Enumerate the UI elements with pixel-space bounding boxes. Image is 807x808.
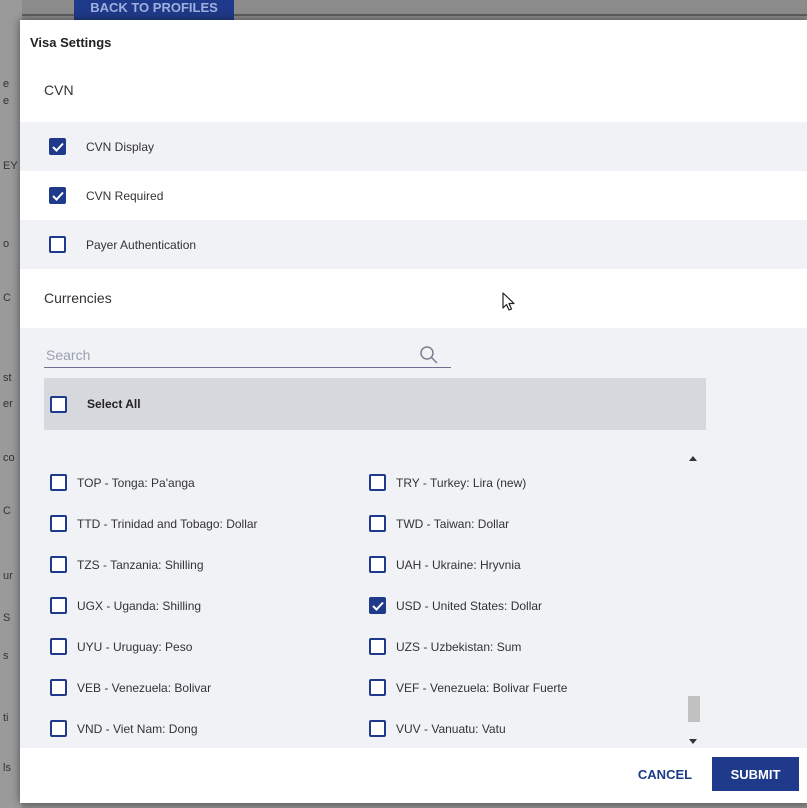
currency-label: VND - Viet Nam: Dong — [77, 721, 198, 736]
background-text-fragment: EY — [3, 160, 18, 172]
payer-authentication-checkbox[interactable] — [49, 236, 66, 253]
currencies-panel: Select All TOP - Tonga: Pa'anga TRY - Tu… — [20, 328, 807, 748]
background-text-fragment: e — [3, 95, 10, 107]
search-icon[interactable] — [419, 345, 439, 370]
currency-checkbox[interactable] — [369, 597, 386, 614]
background-text-fragment: S — [3, 612, 11, 624]
background-text-fragment: co — [3, 452, 15, 464]
currency-checkbox[interactable] — [369, 474, 386, 491]
currency-label: VEF - Venezuela: Bolivar Fuerte — [396, 680, 568, 695]
background-text-fragment: s — [3, 650, 9, 662]
currency-checkbox[interactable] — [369, 679, 386, 696]
currency-label: VUV - Vanuatu: Vatu — [396, 721, 506, 736]
currency-item-try[interactable]: TRY - Turkey: Lira (new) — [369, 474, 526, 491]
currency-label: UAH - Ukraine: Hryvnia — [396, 557, 521, 572]
currency-item-veb[interactable]: VEB - Venezuela: Bolivar — [50, 679, 211, 696]
currency-checkbox[interactable] — [50, 638, 67, 655]
currency-checkbox[interactable] — [50, 679, 67, 696]
currency-list-scrollbar[interactable] — [686, 448, 702, 752]
payer-authentication-option[interactable]: Payer Authentication — [20, 220, 807, 269]
currency-item-twd[interactable]: TWD - Taiwan: Dollar — [369, 515, 509, 532]
background-text-fragment: ti — [3, 712, 9, 724]
dialog-title: Visa Settings — [30, 35, 112, 50]
currency-checkbox[interactable] — [50, 474, 67, 491]
background-side-strip: e e EY o Cst er co Cur Ss ti ls — [0, 0, 22, 808]
background-text-fragment: ls — [3, 762, 11, 774]
currency-item-vnd[interactable]: VND - Viet Nam: Dong — [50, 720, 198, 737]
currency-item-vef[interactable]: VEF - Venezuela: Bolivar Fuerte — [369, 679, 567, 696]
currency-label: UYU - Uruguay: Peso — [77, 639, 193, 654]
visa-settings-dialog: Visa Settings CVN CVN Display CVN Requir… — [20, 20, 807, 803]
currency-label: UZS - Uzbekistan: Sum — [396, 639, 522, 654]
currency-label: TRY - Turkey: Lira (new) — [396, 475, 527, 490]
currency-list: TOP - Tonga: Pa'anga TRY - Turkey: Lira … — [44, 444, 706, 748]
cvn-required-label: CVN Required — [86, 188, 164, 203]
select-all-label: Select All — [87, 397, 141, 411]
currency-label: TZS - Tanzania: Shilling — [77, 557, 204, 572]
background-text-fragment: C — [3, 505, 11, 517]
currency-checkbox[interactable] — [369, 515, 386, 532]
select-all-checkbox[interactable] — [50, 395, 67, 413]
currency-checkbox[interactable] — [50, 720, 67, 737]
cvn-display-option[interactable]: CVN Display — [20, 122, 807, 171]
background-text-fragment: ur — [3, 570, 13, 582]
back-to-profiles-button: BACK TO PROFILES — [74, 0, 234, 22]
currency-checkbox[interactable] — [50, 597, 67, 614]
cvn-display-checkbox[interactable] — [49, 138, 66, 155]
currency-item-uzs[interactable]: UZS - Uzbekistan: Sum — [369, 638, 521, 655]
cvn-section-heading: CVN — [44, 82, 74, 98]
mouse-pointer-icon — [502, 292, 516, 317]
currency-item-vuv[interactable]: VUV - Vanuatu: Vatu — [369, 720, 506, 737]
currency-item-uyu[interactable]: UYU - Uruguay: Peso — [50, 638, 192, 655]
scroll-up-arrow-icon[interactable] — [689, 456, 697, 461]
scroll-down-arrow-icon[interactable] — [689, 739, 697, 744]
background-text-fragment: st — [3, 372, 12, 384]
currency-checkbox[interactable] — [369, 556, 386, 573]
cancel-button[interactable]: CANCEL — [629, 758, 701, 790]
currency-item-ttd[interactable]: TTD - Trinidad and Tobago: Dollar — [50, 515, 258, 532]
payer-authentication-label: Payer Authentication — [86, 237, 197, 252]
background-text-fragment: e — [3, 78, 10, 90]
currency-checkbox[interactable] — [50, 556, 67, 573]
currency-checkbox[interactable] — [369, 638, 386, 655]
currency-item-tzs[interactable]: TZS - Tanzania: Shilling — [50, 556, 204, 573]
currency-search-input[interactable] — [44, 344, 414, 366]
currency-checkbox[interactable] — [369, 720, 386, 737]
scrollbar-thumb[interactable] — [688, 696, 700, 722]
cvn-required-checkbox[interactable] — [49, 187, 66, 204]
select-all-option[interactable]: Select All — [44, 378, 706, 430]
submit-button[interactable]: SUBMIT — [712, 757, 799, 791]
currency-checkbox[interactable] — [50, 515, 67, 532]
currency-label: TOP - Tonga: Pa'anga — [77, 475, 195, 490]
currency-label: TTD - Trinidad and Tobago: Dollar — [77, 516, 258, 531]
background-text-fragment: C — [3, 292, 11, 304]
currency-item-uah[interactable]: UAH - Ukraine: Hryvnia — [369, 556, 521, 573]
currency-label: TWD - Taiwan: Dollar — [396, 516, 510, 531]
currency-label: UGX - Uganda: Shilling — [77, 598, 202, 613]
currency-label: USD - United States: Dollar — [396, 598, 543, 613]
currency-item-ugx[interactable]: UGX - Uganda: Shilling — [50, 597, 201, 614]
currency-search — [44, 344, 451, 368]
currencies-section-heading: Currencies — [44, 290, 112, 306]
currency-item-usd[interactable]: USD - United States: Dollar — [369, 597, 542, 614]
dialog-footer: CANCEL SUBMIT — [20, 748, 807, 803]
background-text-fragment: er — [3, 398, 13, 410]
cvn-required-option[interactable]: CVN Required — [20, 171, 807, 220]
currency-label: VEB - Venezuela: Bolivar — [77, 680, 212, 695]
background-text-fragment: o — [3, 238, 10, 250]
currency-item-top[interactable]: TOP - Tonga: Pa'anga — [50, 474, 195, 491]
cvn-display-label: CVN Display — [86, 139, 155, 154]
